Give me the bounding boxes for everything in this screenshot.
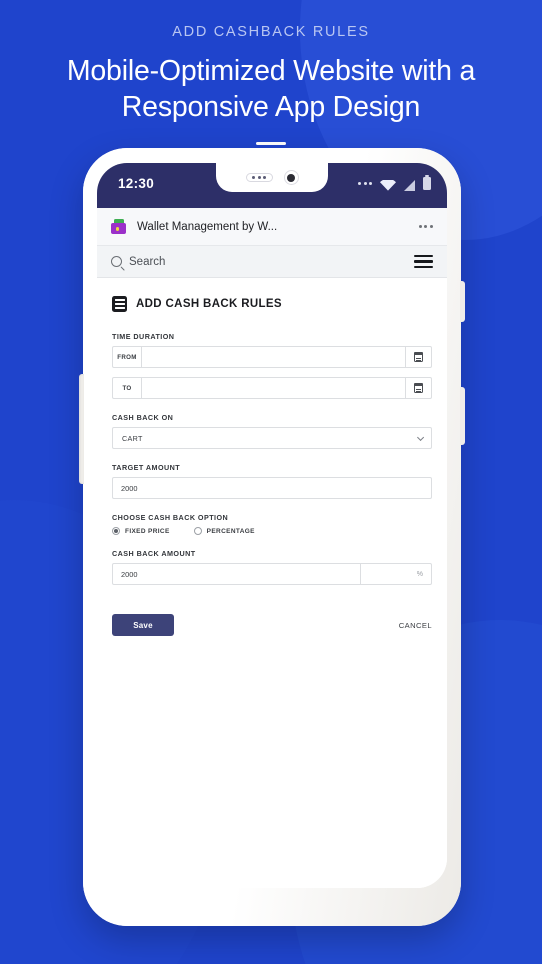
- hamburger-menu-icon[interactable]: [414, 254, 433, 269]
- radio-fixed-price-dot[interactable]: [112, 527, 120, 535]
- from-date-value[interactable]: [142, 347, 405, 367]
- promo-divider: [256, 142, 286, 145]
- status-time: 12:30: [118, 176, 155, 191]
- more-horizontal-icon[interactable]: [418, 225, 433, 228]
- phone-volume-button: [79, 374, 84, 484]
- to-date-field[interactable]: TO: [112, 377, 432, 399]
- target-amount-value[interactable]: 2000: [113, 478, 431, 498]
- cash-back-amount-label: CASH BACK AMOUNT: [112, 549, 196, 558]
- from-prefix-label: FROM: [113, 347, 142, 367]
- page-title: ADD CASH BACK RULES: [112, 296, 432, 312]
- form-actions: Save CANCEL: [112, 614, 432, 636]
- from-calendar-button[interactable]: [405, 347, 431, 367]
- cash-back-on-group: CASH BACK ON CART: [112, 413, 432, 449]
- calendar-icon: [413, 352, 424, 362]
- target-amount-field[interactable]: 2000: [112, 477, 432, 499]
- search-icon: [111, 256, 122, 267]
- phone-screen: 12:30 Wallet Management by W... Search A…: [97, 163, 447, 888]
- cash-back-amount-group: CASH BACK AMOUNT 2000 %: [112, 549, 432, 585]
- from-date-field[interactable]: FROM: [112, 346, 432, 368]
- to-prefix-label: TO: [113, 378, 142, 398]
- browser-tab-bar[interactable]: Wallet Management by W...: [97, 208, 447, 246]
- time-duration-label: TIME DURATION: [112, 332, 175, 341]
- wallet-icon: [111, 219, 126, 234]
- earpiece-speaker: [245, 173, 273, 182]
- signal-icon: [403, 178, 416, 191]
- phone-notch: [216, 163, 328, 192]
- form-list-icon: [112, 296, 127, 312]
- time-duration-group: TIME DURATION FROM TO: [112, 332, 432, 399]
- phone-mockup: 12:30 Wallet Management by W... Search A…: [79, 148, 465, 926]
- status-icons: [358, 175, 431, 191]
- cash-back-option-radios: FIXED PRICE PERCENTAGE: [112, 527, 432, 535]
- chevron-down-icon: [417, 433, 425, 441]
- browser-tab-title: Wallet Management by W...: [137, 220, 278, 233]
- promo-headline-line2: Responsive App Design: [121, 91, 421, 123]
- cash-back-on-value: CART: [122, 433, 143, 443]
- target-amount-label: TARGET AMOUNT: [112, 463, 181, 472]
- battery-icon: [423, 175, 431, 190]
- cash-back-on-select[interactable]: CART: [112, 427, 432, 449]
- cash-back-amount-value[interactable]: 2000: [113, 564, 360, 584]
- radio-fixed-price-label: FIXED PRICE: [125, 527, 170, 535]
- save-button[interactable]: Save: [112, 614, 174, 636]
- more-dots-icon: [358, 182, 372, 185]
- radio-percentage-label: PERCENTAGE: [206, 527, 255, 535]
- promo-eyebrow: ADD CASHBACK RULES: [172, 24, 370, 40]
- cancel-button[interactable]: CANCEL: [399, 621, 432, 630]
- cash-back-amount-suffix: %: [360, 564, 431, 584]
- phone-side-button-lower: [460, 387, 465, 445]
- to-date-value[interactable]: [142, 378, 405, 398]
- promo-headline-line1: Mobile-Optimized Website with a: [66, 55, 476, 87]
- promo-header: ADD CASHBACK RULES Mobile-Optimized Webs…: [0, 0, 542, 145]
- search-placeholder: Search: [129, 255, 166, 268]
- front-camera: [283, 170, 299, 185]
- cash-back-on-label: CASH BACK ON: [112, 413, 174, 422]
- page-title-text: ADD CASH BACK RULES: [136, 298, 282, 310]
- radio-fixed-price[interactable]: FIXED PRICE: [112, 527, 170, 535]
- page-content: ADD CASH BACK RULES TIME DURATION FROM T…: [97, 278, 447, 888]
- radio-percentage-dot[interactable]: [193, 527, 202, 535]
- target-amount-group: TARGET AMOUNT 2000: [112, 463, 432, 499]
- search-input[interactable]: Search: [111, 256, 165, 268]
- search-bar[interactable]: Search: [97, 246, 447, 278]
- phone-side-button-upper: [460, 281, 465, 322]
- cash-back-option-group: CHOOSE CASH BACK OPTION FIXED PRICE PERC…: [112, 513, 432, 535]
- calendar-icon: [413, 383, 424, 393]
- cash-back-option-label: CHOOSE CASH BACK OPTION: [112, 513, 229, 522]
- promo-headline: Mobile-Optimized Website with a Responsi…: [0, 53, 542, 125]
- radio-percentage[interactable]: PERCENTAGE: [193, 527, 255, 535]
- cash-back-amount-field[interactable]: 2000 %: [112, 563, 432, 585]
- wifi-icon: [380, 178, 396, 191]
- status-bar: 12:30: [97, 163, 447, 208]
- to-calendar-button[interactable]: [405, 378, 431, 398]
